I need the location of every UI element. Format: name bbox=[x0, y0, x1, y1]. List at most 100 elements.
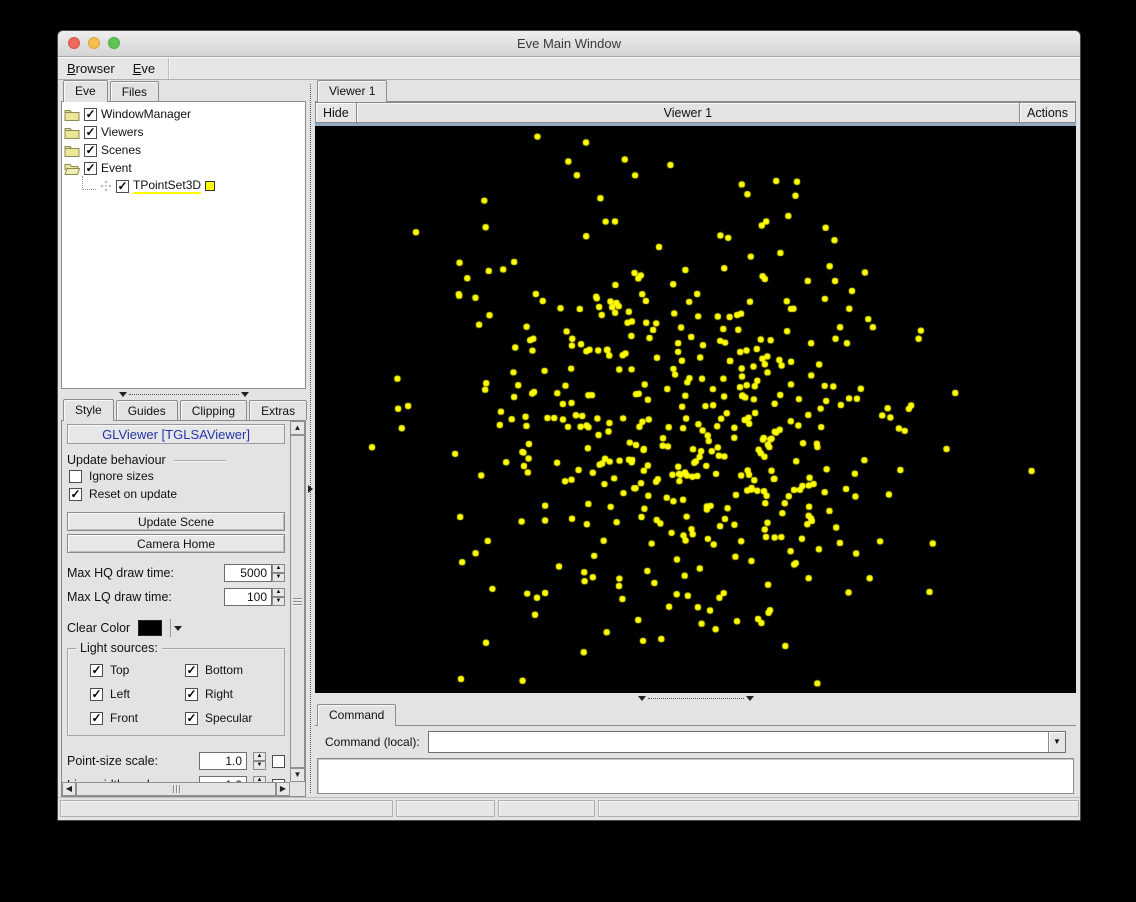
light-right-label: Right bbox=[205, 687, 233, 701]
pointset-icon bbox=[100, 180, 112, 192]
light-bottom-label: Bottom bbox=[205, 663, 243, 677]
gl-viewport[interactable] bbox=[315, 126, 1076, 693]
max-hq-spinner[interactable]: ▲▼ bbox=[272, 564, 285, 582]
max-lq-input[interactable]: 100 bbox=[224, 588, 272, 606]
light-left-checkbox[interactable] bbox=[90, 688, 103, 701]
tree-checkbox[interactable] bbox=[84, 162, 97, 175]
close-window-icon[interactable] bbox=[68, 37, 80, 49]
style-vertical-scrollbar[interactable]: ▲ ▼ bbox=[290, 421, 305, 782]
max-lq-row: Max LQ draw time: 100 ▲▼ bbox=[67, 587, 285, 607]
vertical-scroll-thumb[interactable] bbox=[290, 435, 305, 768]
minimize-window-icon[interactable] bbox=[88, 37, 100, 49]
scroll-down-icon[interactable]: ▼ bbox=[290, 768, 305, 782]
point-size-scale-input[interactable]: 1.0 bbox=[199, 752, 247, 770]
scroll-up-icon[interactable]: ▲ bbox=[290, 421, 305, 435]
tree-checkbox[interactable] bbox=[84, 108, 97, 121]
tree-row-tpointset3d[interactable]: TPointSet3D bbox=[64, 177, 303, 195]
light-bottom-checkbox[interactable] bbox=[185, 664, 198, 677]
spin-down-icon: ▼ bbox=[253, 761, 266, 770]
scroll-left-icon[interactable]: ◀ bbox=[62, 782, 76, 796]
tree-item-label[interactable]: Viewers bbox=[101, 125, 143, 139]
tab-style[interactable]: Style bbox=[63, 399, 114, 421]
spin-up-icon: ▲ bbox=[253, 752, 266, 761]
chevron-down-icon bbox=[174, 626, 182, 631]
tab-clipping[interactable]: Clipping bbox=[180, 400, 247, 420]
spin-up-icon: ▲ bbox=[272, 588, 285, 597]
tree-item-label[interactable]: Scenes bbox=[101, 143, 141, 157]
reset-on-update-checkbox[interactable] bbox=[69, 488, 82, 501]
folder-icon bbox=[64, 108, 80, 121]
ignore-sizes-row[interactable]: Ignore sizes bbox=[69, 467, 285, 485]
tree-row-viewers[interactable]: Viewers bbox=[64, 123, 303, 141]
menu-browser[interactable]: Browser bbox=[58, 59, 124, 78]
tab-files[interactable]: Files bbox=[110, 81, 159, 101]
folder-icon bbox=[64, 144, 80, 157]
command-input[interactable] bbox=[429, 732, 1048, 752]
tab-command[interactable]: Command bbox=[317, 704, 396, 726]
menubar: Browser Eve bbox=[58, 57, 1080, 80]
left-horizontal-splitter[interactable] bbox=[61, 389, 306, 399]
clear-color-label: Clear Color bbox=[67, 621, 130, 635]
tab-viewer-1[interactable]: Viewer 1 bbox=[317, 80, 387, 102]
glviewer-header-button[interactable]: GLViewer [TGLSAViewer] bbox=[67, 424, 285, 444]
command-input-row: Command (local): ▼ bbox=[315, 726, 1076, 757]
point-size-scale-checkbox[interactable] bbox=[272, 755, 285, 768]
combo-dropdown-icon[interactable]: ▼ bbox=[1048, 732, 1065, 752]
light-specular-checkbox[interactable] bbox=[185, 712, 198, 725]
command-splitter[interactable] bbox=[315, 693, 1076, 704]
light-sources-group: Light sources: Top Bottom Left Right Fro… bbox=[67, 648, 285, 736]
main-vertical-splitter[interactable] bbox=[306, 80, 315, 797]
light-right-checkbox[interactable] bbox=[185, 688, 198, 701]
command-tabstrip: Command bbox=[315, 704, 1076, 726]
tree-item-label[interactable]: TPointSet3D bbox=[133, 178, 201, 194]
hide-button[interactable]: Hide bbox=[315, 102, 357, 123]
light-front-checkbox[interactable] bbox=[90, 712, 103, 725]
style-editor-panel: GLViewer [TGLSAViewer] Update behaviour … bbox=[61, 421, 306, 797]
tree-item-label[interactable]: Event bbox=[101, 161, 132, 175]
menu-eve[interactable]: Eve bbox=[124, 59, 164, 78]
folder-icon bbox=[64, 126, 80, 139]
clear-color-row: Clear Color bbox=[67, 618, 285, 638]
command-combobox[interactable]: ▼ bbox=[428, 731, 1066, 753]
style-horizontal-scrollbar[interactable]: ◀ ▶ bbox=[62, 782, 290, 796]
max-hq-input[interactable]: 5000 bbox=[224, 564, 272, 582]
tree-row-windowmanager[interactable]: WindowManager bbox=[64, 105, 303, 123]
camera-home-button[interactable]: Camera Home bbox=[67, 534, 285, 553]
folder-open-icon bbox=[64, 162, 80, 175]
light-front-label: Front bbox=[110, 711, 138, 725]
editor-tabstrip: Style Guides Clipping Extras bbox=[61, 399, 306, 421]
actions-button[interactable]: Actions bbox=[1019, 102, 1076, 123]
ignore-sizes-label: Ignore sizes bbox=[89, 469, 154, 483]
tree-row-scenes[interactable]: Scenes bbox=[64, 141, 303, 159]
tab-extras[interactable]: Extras bbox=[249, 400, 307, 420]
tree-checkbox[interactable] bbox=[116, 180, 129, 193]
tree-item-label[interactable]: WindowManager bbox=[101, 107, 191, 121]
viewer-dock-title[interactable]: Viewer 1 bbox=[357, 102, 1019, 123]
point-size-scale-spinner[interactable]: ▲▼ bbox=[253, 752, 266, 770]
tab-eve[interactable]: Eve bbox=[63, 80, 108, 102]
titlebar[interactable]: Eve Main Window bbox=[58, 31, 1080, 57]
tree-checkbox[interactable] bbox=[84, 144, 97, 157]
left-panel: Eve Files WindowManager Viewers Scen bbox=[58, 80, 306, 797]
tab-guides[interactable]: Guides bbox=[116, 400, 178, 420]
splitter-chevron-icon bbox=[241, 392, 249, 397]
tree-checkbox[interactable] bbox=[84, 126, 97, 139]
clear-color-swatch[interactable] bbox=[138, 620, 162, 636]
viewport-canvas[interactable] bbox=[315, 126, 1076, 693]
eve-tree[interactable]: WindowManager Viewers Scenes Event bbox=[61, 102, 306, 389]
reset-on-update-row[interactable]: Reset on update bbox=[69, 485, 285, 503]
light-top-checkbox[interactable] bbox=[90, 664, 103, 677]
clear-color-dropdown[interactable] bbox=[170, 619, 184, 637]
max-lq-spinner[interactable]: ▲▼ bbox=[272, 588, 285, 606]
pointset-color-swatch[interactable] bbox=[205, 181, 215, 191]
viewer-tabstrip: Viewer 1 bbox=[315, 80, 1076, 102]
splitter-chevron-icon bbox=[308, 485, 313, 493]
horizontal-scroll-thumb[interactable] bbox=[76, 782, 276, 796]
tree-row-event[interactable]: Event bbox=[64, 159, 303, 177]
splitter-chevron-icon bbox=[746, 696, 754, 701]
scroll-right-icon[interactable]: ▶ bbox=[276, 782, 290, 796]
zoom-window-icon[interactable] bbox=[108, 37, 120, 49]
status-bar bbox=[58, 797, 1080, 820]
update-scene-button[interactable]: Update Scene bbox=[67, 512, 285, 531]
ignore-sizes-checkbox[interactable] bbox=[69, 470, 82, 483]
